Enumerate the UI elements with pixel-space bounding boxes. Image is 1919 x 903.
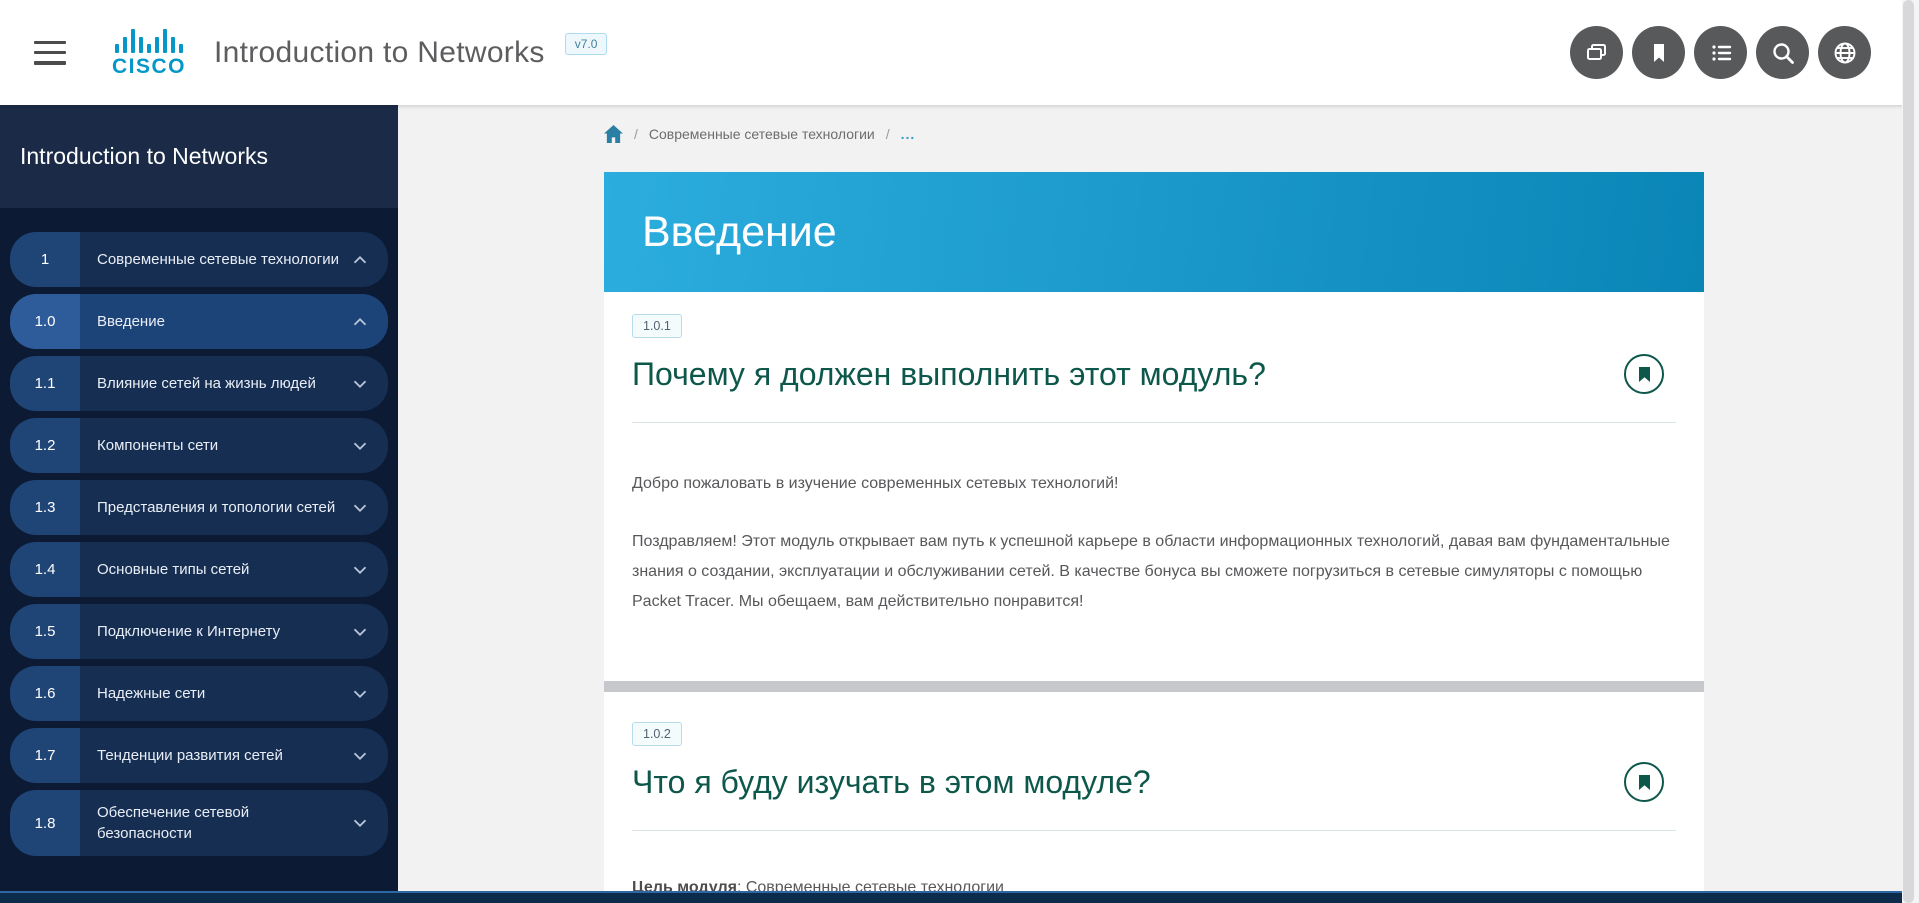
nav-item-label: Основные типы сетей xyxy=(97,559,340,580)
section-heading: Что я буду изучать в этом модуле? xyxy=(632,764,1151,801)
nav-item-number: 1.5 xyxy=(10,604,80,659)
section-1-0-2: 1.0.2 Что я буду изучать в этом модуле? … xyxy=(604,692,1704,903)
breadcrumb: / Современные сетевые технологии / ... xyxy=(604,125,915,143)
nav-item-number: 1.3 xyxy=(10,480,80,535)
chevron-down-icon xyxy=(348,497,372,519)
module-nav: 1 Современные сетевые технологии 1.0 Вве… xyxy=(0,208,398,856)
chevron-down-icon xyxy=(348,683,372,705)
hamburger-menu-icon[interactable] xyxy=(34,41,66,65)
lesson-card: Введение 1.0.1 Почему я должен выполнить… xyxy=(604,172,1704,903)
nav-item-number: 1.7 xyxy=(10,728,80,783)
nav-item-label: Надежные сети xyxy=(97,683,340,704)
bottom-bar xyxy=(0,891,1919,903)
list-icon[interactable] xyxy=(1694,26,1747,79)
nav-item-module-1[interactable]: 1 Современные сетевые технологии xyxy=(10,232,388,287)
breadcrumb-more[interactable]: ... xyxy=(901,126,916,142)
cisco-logo-word: CISCO xyxy=(112,55,186,79)
chevron-up-icon xyxy=(348,249,372,271)
nav-item-1-6[interactable]: 1.6 Надежные сети xyxy=(10,666,388,721)
chevron-down-icon xyxy=(348,559,372,581)
nav-item-label: Компоненты сети xyxy=(97,435,340,456)
section-divider xyxy=(604,681,1704,692)
nav-item-1-7[interactable]: 1.7 Тенденции развития сетей xyxy=(10,728,388,783)
bookmark-icon[interactable] xyxy=(1632,26,1685,79)
section-1-0-1: 1.0.1 Почему я должен выполнить этот мод… xyxy=(604,292,1704,681)
chevron-down-icon xyxy=(348,745,372,767)
cisco-logo: CISCO xyxy=(112,27,186,79)
globe-icon[interactable] xyxy=(1818,26,1871,79)
bookmark-section-button[interactable] xyxy=(1624,354,1664,394)
page-scrollbar[interactable] xyxy=(1902,0,1919,903)
nav-item-number: 1.8 xyxy=(10,790,80,856)
paragraph: Поздравляем! Этот модуль открывает вам п… xyxy=(632,527,1676,617)
section-number-badge: 1.0.2 xyxy=(632,722,682,746)
scrollbar-thumb[interactable] xyxy=(1903,0,1914,903)
section-number-badge: 1.0.1 xyxy=(632,314,682,338)
bookmark-section-button[interactable] xyxy=(1624,762,1664,802)
sidebar-header: Introduction to Networks xyxy=(0,105,398,208)
nav-item-number: 1.0 xyxy=(10,294,80,349)
chevron-up-icon xyxy=(348,311,372,333)
windows-icon[interactable] xyxy=(1570,26,1623,79)
nav-item-label: Обеспечение сетевой безопасности xyxy=(97,802,340,844)
nav-item-1-1[interactable]: 1.1 Влияние сетей на жизнь людей xyxy=(10,356,388,411)
topic-banner-title: Введение xyxy=(642,208,837,257)
version-badge: v7.0 xyxy=(565,33,608,55)
paragraph: Добро пожаловать в изучение современных … xyxy=(632,469,1676,499)
chevron-down-icon xyxy=(348,435,372,457)
content-area: / Современные сетевые технологии / ... В… xyxy=(398,105,1919,903)
nav-item-number: 1.1 xyxy=(10,356,80,411)
course-title: Introduction to Networks xyxy=(214,36,545,70)
search-icon[interactable] xyxy=(1756,26,1809,79)
nav-item-label: Тенденции развития сетей xyxy=(97,745,340,766)
sidebar-course-title: Introduction to Networks xyxy=(20,143,268,170)
nav-item-label: Подключение к Интернету xyxy=(97,621,340,642)
nav-item-number: 1 xyxy=(10,232,80,287)
nav-item-number: 1.2 xyxy=(10,418,80,473)
app-header: CISCO Introduction to Networks v7.0 xyxy=(0,0,1919,105)
topic-banner: Введение xyxy=(604,172,1704,292)
nav-item-1-3[interactable]: 1.3 Представления и топологии сетей xyxy=(10,480,388,535)
chevron-down-icon xyxy=(348,373,372,395)
nav-item-1-2[interactable]: 1.2 Компоненты сети xyxy=(10,418,388,473)
nav-item-number: 1.6 xyxy=(10,666,80,721)
nav-item-label: Представления и топологии сетей xyxy=(97,497,340,518)
nav-item-label: Введение xyxy=(97,311,340,332)
nav-item-label: Влияние сетей на жизнь людей xyxy=(97,373,340,394)
nav-item-1-8[interactable]: 1.8 Обеспечение сетевой безопасности xyxy=(10,790,388,856)
breadcrumb-separator: / xyxy=(634,126,638,142)
course-sidebar: Introduction to Networks 1 Современные с… xyxy=(0,105,398,903)
heading-rule xyxy=(632,830,1676,831)
nav-item-1-4[interactable]: 1.4 Основные типы сетей xyxy=(10,542,388,597)
section-heading: Почему я должен выполнить этот модуль? xyxy=(632,356,1266,393)
chevron-down-icon xyxy=(348,812,372,834)
header-toolbar xyxy=(1570,26,1871,79)
heading-rule xyxy=(632,422,1676,423)
nav-item-number: 1.4 xyxy=(10,542,80,597)
home-icon[interactable] xyxy=(604,125,623,143)
nav-item-label: Современные сетевые технологии xyxy=(97,249,340,270)
breadcrumb-module[interactable]: Современные сетевые технологии xyxy=(649,126,875,142)
cisco-logo-bars-icon xyxy=(115,27,184,53)
nav-item-1-5[interactable]: 1.5 Подключение к Интернету xyxy=(10,604,388,659)
nav-item-1-0[interactable]: 1.0 Введение xyxy=(10,294,388,349)
chevron-down-icon xyxy=(348,621,372,643)
breadcrumb-separator: / xyxy=(886,126,890,142)
